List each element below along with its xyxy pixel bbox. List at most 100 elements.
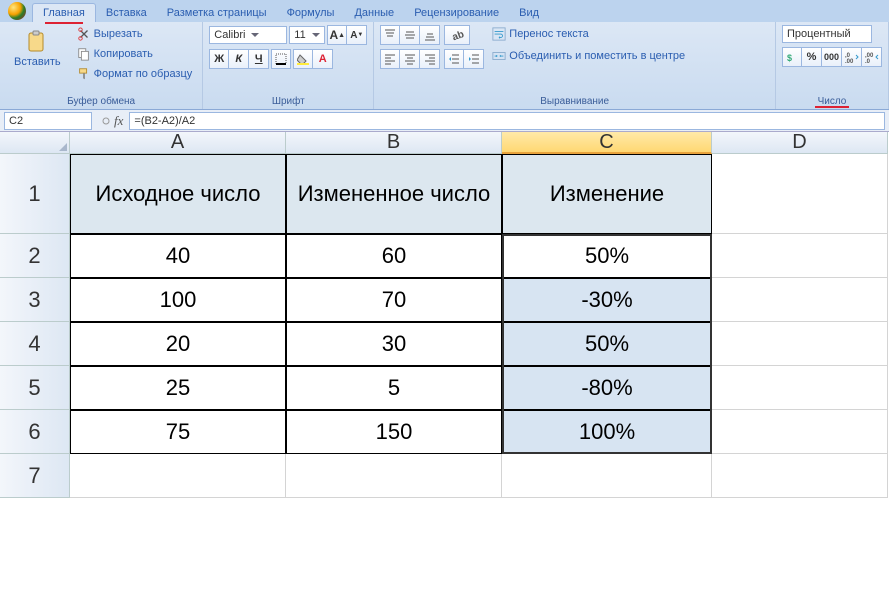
tab-page-layout[interactable]: Разметка страницы bbox=[157, 4, 277, 22]
percent-button[interactable]: % bbox=[802, 47, 822, 67]
underline-button[interactable]: Ч bbox=[249, 49, 269, 69]
cell-d2[interactable] bbox=[712, 234, 888, 278]
cell-c6[interactable]: 100% bbox=[502, 410, 712, 454]
caret-icon bbox=[312, 33, 320, 37]
cell-d1[interactable] bbox=[712, 154, 888, 234]
outdent-icon bbox=[448, 53, 460, 65]
decrease-decimal-button[interactable]: ,00,0 bbox=[862, 47, 882, 67]
tab-formulas[interactable]: Формулы bbox=[277, 4, 345, 22]
cell-b2[interactable]: 60 bbox=[286, 234, 502, 278]
col-header-c[interactable]: C bbox=[502, 132, 712, 154]
ribbon: Вставить Вырезать Копировать Формат по о… bbox=[0, 22, 889, 110]
cell-d7[interactable] bbox=[712, 454, 888, 498]
cell-b5[interactable]: 5 bbox=[286, 366, 502, 410]
format-painter-button[interactable]: Формат по образцу bbox=[73, 65, 197, 83]
col-header-b[interactable]: B bbox=[286, 132, 502, 154]
group-font-label: Шрифт bbox=[209, 94, 367, 107]
currency-button[interactable]: $ bbox=[782, 47, 802, 67]
cell-d6[interactable] bbox=[712, 410, 888, 454]
align-right-icon bbox=[424, 53, 436, 65]
cell-a1[interactable]: Исходное число bbox=[70, 154, 286, 234]
italic-button[interactable]: К bbox=[229, 49, 249, 69]
cell-a3[interactable]: 100 bbox=[70, 278, 286, 322]
tab-home[interactable]: Главная bbox=[32, 3, 96, 22]
cell-d3[interactable] bbox=[712, 278, 888, 322]
decrease-indent-button[interactable] bbox=[444, 49, 464, 69]
col-header-d[interactable]: D bbox=[712, 132, 888, 154]
row-header-7[interactable]: 7 bbox=[0, 454, 70, 498]
border-button[interactable] bbox=[271, 49, 291, 69]
merge-icon bbox=[492, 49, 506, 63]
scissors-icon bbox=[77, 27, 91, 41]
align-left-button[interactable] bbox=[380, 49, 400, 69]
spreadsheet-grid: A B C D 1 Исходное число Измененное числ… bbox=[0, 132, 889, 498]
align-middle-button[interactable] bbox=[400, 25, 420, 45]
cell-c1[interactable]: Изменение bbox=[502, 154, 712, 234]
increase-indent-button[interactable] bbox=[464, 49, 484, 69]
copy-button[interactable]: Копировать bbox=[73, 45, 197, 63]
row-header-2[interactable]: 2 bbox=[0, 234, 70, 278]
cell-d5[interactable] bbox=[712, 366, 888, 410]
row-header-5[interactable]: 5 bbox=[0, 366, 70, 410]
tab-data[interactable]: Данные bbox=[344, 4, 404, 22]
select-all-corner[interactable] bbox=[0, 132, 70, 154]
cell-c3[interactable]: -30% bbox=[502, 278, 712, 322]
increase-decimal-button[interactable]: ,0,00 bbox=[842, 47, 862, 67]
inc-decimal-icon: ,0,00 bbox=[845, 51, 859, 63]
name-box[interactable]: C2 bbox=[4, 112, 92, 130]
increase-font-button[interactable]: A▲ bbox=[327, 25, 347, 45]
decrease-font-button[interactable]: A▼ bbox=[347, 25, 367, 45]
tab-insert[interactable]: Вставка bbox=[96, 4, 157, 22]
number-format-select[interactable]: Процентный bbox=[782, 25, 872, 43]
cell-c2[interactable]: 50% bbox=[502, 234, 712, 278]
row-header-3[interactable]: 3 bbox=[0, 278, 70, 322]
align-bottom-button[interactable] bbox=[420, 25, 440, 45]
merge-button[interactable]: Объединить и поместить в центре bbox=[488, 47, 694, 65]
orientation-icon: ab bbox=[450, 29, 464, 41]
bucket-icon bbox=[297, 53, 309, 65]
cell-b4[interactable]: 30 bbox=[286, 322, 502, 366]
orientation-button[interactable]: ab bbox=[444, 25, 470, 45]
row-header-1[interactable]: 1 bbox=[0, 154, 70, 234]
font-color-button[interactable]: A bbox=[313, 49, 333, 69]
cell-b1[interactable]: Измененное число bbox=[286, 154, 502, 234]
group-clipboard: Вставить Вырезать Копировать Формат по о… bbox=[0, 22, 203, 109]
cell-c5[interactable]: -80% bbox=[502, 366, 712, 410]
group-alignment-label: Выравнивание bbox=[380, 94, 769, 107]
cell-c4[interactable]: 50% bbox=[502, 322, 712, 366]
font-name-select[interactable]: Calibri bbox=[209, 26, 287, 44]
cell-a2[interactable]: 40 bbox=[70, 234, 286, 278]
fill-color-button[interactable] bbox=[293, 49, 313, 69]
cut-button[interactable]: Вырезать bbox=[73, 25, 197, 43]
cell-c7[interactable] bbox=[502, 454, 712, 498]
brush-icon bbox=[77, 67, 91, 81]
cell-b6[interactable]: 150 bbox=[286, 410, 502, 454]
row-header-4[interactable]: 4 bbox=[0, 322, 70, 366]
bold-button[interactable]: Ж bbox=[209, 49, 229, 69]
office-button[interactable] bbox=[8, 2, 26, 20]
align-top-button[interactable] bbox=[380, 25, 400, 45]
paste-button[interactable]: Вставить bbox=[6, 25, 69, 94]
font-size-select[interactable]: 11 bbox=[289, 26, 325, 44]
cell-d4[interactable] bbox=[712, 322, 888, 366]
comma-button[interactable]: 000 bbox=[822, 47, 842, 67]
group-number: Процентный $ % 000 ,0,00 ,00,0 Число bbox=[776, 22, 889, 109]
cell-b7[interactable] bbox=[286, 454, 502, 498]
tab-view[interactable]: Вид bbox=[509, 4, 549, 22]
cell-a4[interactable]: 20 bbox=[70, 322, 286, 366]
col-header-a[interactable]: A bbox=[70, 132, 286, 154]
align-right-button[interactable] bbox=[420, 49, 440, 69]
row-header-6[interactable]: 6 bbox=[0, 410, 70, 454]
cell-b3[interactable]: 70 bbox=[286, 278, 502, 322]
cell-a6[interactable]: 75 bbox=[70, 410, 286, 454]
formula-input[interactable]: =(B2-A2)/A2 bbox=[129, 112, 885, 130]
cell-a5[interactable]: 25 bbox=[70, 366, 286, 410]
align-center-button[interactable] bbox=[400, 49, 420, 69]
circle-icon[interactable] bbox=[102, 116, 110, 126]
fx-icon[interactable]: fx bbox=[114, 113, 123, 129]
tab-review[interactable]: Рецензирование bbox=[404, 4, 509, 22]
wrap-text-button[interactable]: Перенос текста bbox=[488, 25, 694, 43]
align-left-icon bbox=[384, 53, 396, 65]
cell-a7[interactable] bbox=[70, 454, 286, 498]
align-bottom-icon bbox=[424, 29, 436, 41]
